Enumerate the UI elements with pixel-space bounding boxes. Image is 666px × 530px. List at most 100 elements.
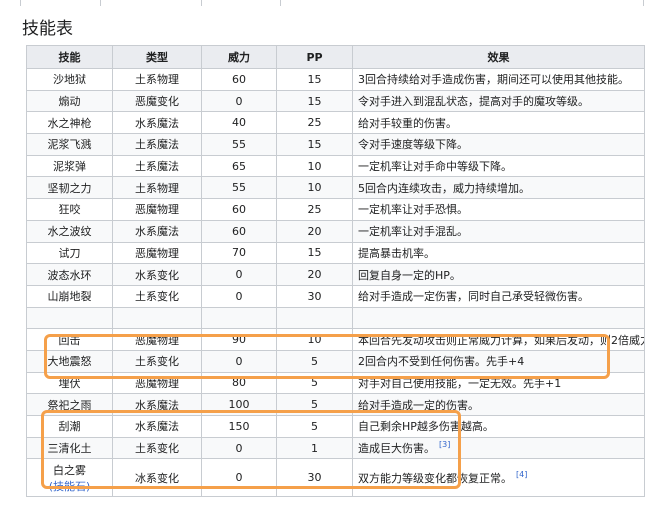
skill-pp: 30 — [276, 458, 353, 498]
skill-pp: 15 — [276, 241, 353, 265]
table-row: 波态水环 水系变化 0 20 回复自身一定的HP。 — [26, 263, 645, 286]
skill-name: 白之雾 (技能石) — [26, 458, 113, 498]
reference-link[interactable]: [4] — [516, 470, 527, 479]
skill-name: 水之波纹 — [26, 219, 113, 243]
table-row: 祭祀之雨 水系魔法 100 5 给对手造成一定的伤害。 — [26, 393, 645, 416]
skill-power: 0 — [201, 436, 277, 460]
table-row: 坚韧之力 土系物理 55 10 5回合内连续攻击，威力持续增加。 — [26, 176, 645, 200]
skill-power: 0 — [201, 458, 277, 498]
skill-name: 狂咬 — [26, 198, 113, 221]
skill-type: 水系魔法 — [112, 415, 202, 438]
skill-stone-link[interactable]: (技能石) — [31, 478, 108, 494]
table-row: 水之神枪 水系魔法 40 25 给对手较重的伤害。 — [26, 111, 645, 135]
skill-pp: 20 — [276, 219, 353, 243]
skill-type: 水系魔法 — [112, 219, 202, 243]
skill-type: 恶魔变化 — [112, 89, 202, 113]
skill-pp: 15 — [276, 133, 353, 156]
skill-effect: 回复自身一定的HP。 — [352, 263, 645, 286]
skill-effect: 3回合持续给对手造成伤害，期间还可以使用其他技能。 — [352, 68, 645, 91]
skill-pp: 10 — [276, 328, 353, 351]
skill-name: 水之神枪 — [26, 111, 113, 135]
skill-name — [26, 306, 113, 330]
col-header-type: 类型 — [112, 45, 202, 69]
table-row — [26, 306, 645, 330]
skill-power: 0 — [201, 89, 277, 113]
skill-type: 土系物理 — [112, 176, 202, 200]
skill-effect: 一定机率让对手混乱。 — [352, 219, 645, 243]
skill-type — [112, 306, 202, 330]
skill-power: 55 — [201, 176, 277, 200]
skill-effect: 一定机率让对手恐惧。 — [352, 198, 645, 221]
skill-name: 煽动 — [26, 89, 113, 113]
skill-power: 0 — [201, 349, 277, 373]
skill-effect: 5回合内连续攻击，威力持续增加。 — [352, 176, 645, 200]
table-row: 白之雾 (技能石) 冰系变化 0 30 双方能力等级变化都恢复正常。 [4] — [26, 458, 645, 498]
skill-power: 40 — [201, 111, 277, 135]
skill-effect: 本回合先发动攻击则正常威力计算，如果后发动，则2倍威力计算。 — [352, 328, 645, 351]
skill-pp: 10 — [276, 176, 353, 200]
skill-pp: 15 — [276, 68, 353, 91]
skill-power: 60 — [201, 68, 277, 91]
skill-type: 水系变化 — [112, 263, 202, 286]
skill-name: 大地震怒 — [26, 349, 113, 373]
skill-pp: 30 — [276, 284, 353, 308]
skill-power: 70 — [201, 241, 277, 265]
skill-name: 三清化土 — [26, 436, 113, 460]
skill-power: 80 — [201, 371, 277, 395]
skill-pp: 5 — [276, 415, 353, 438]
skill-name: 波态水环 — [26, 263, 113, 286]
skill-pp: 20 — [276, 263, 353, 286]
skill-effect: 提高暴击机率。 — [352, 241, 645, 265]
skill-power: 60 — [201, 198, 277, 221]
skill-type: 恶魔物理 — [112, 371, 202, 395]
skill-type: 土系魔法 — [112, 133, 202, 156]
skill-name: 回击 — [26, 328, 113, 351]
skill-pp: 5 — [276, 371, 353, 395]
skill-name: 刮潮 — [26, 415, 113, 438]
col-header-skill: 技能 — [26, 45, 113, 69]
table-row: 水之波纹 水系魔法 60 20 一定机率让对手混乱。 — [26, 219, 645, 243]
skill-effect: 自己剩余HP越多伤害越高。 — [352, 415, 645, 438]
skill-type: 土系变化 — [112, 284, 202, 308]
table-row: 泥浆弹 土系魔法 65 10 一定机率让对手命中等级下降。 — [26, 154, 645, 178]
skill-power: 100 — [201, 393, 277, 416]
col-header-pp: PP — [276, 45, 353, 69]
skill-table: 技能 类型 威力 PP 效果 沙地狱 土系物理 60 15 3回合持续给对手造成伤害，期… — [26, 45, 645, 498]
col-header-effect: 效果 — [352, 45, 645, 69]
skill-pp: 25 — [276, 198, 353, 221]
table-row: 泥浆飞溅 土系魔法 55 15 令对手速度等级下降。 — [26, 133, 645, 156]
skill-power: 150 — [201, 415, 277, 438]
skill-name: 沙地狱 — [26, 68, 113, 91]
skill-effect: 给对手造成一定的伤害。 — [352, 393, 645, 416]
skill-type: 恶魔物理 — [112, 328, 202, 351]
skill-power: 60 — [201, 219, 277, 243]
skill-name: 泥浆飞溅 — [26, 133, 113, 156]
table-row: 山崩地裂 土系变化 0 30 给对手造成一定伤害，同时自己承受轻微伤害。 — [26, 284, 645, 308]
skill-effect: 一定机率让对手命中等级下降。 — [352, 154, 645, 178]
table-row: 埋伏 恶魔物理 80 5 对手对自己使用技能，一定无效。先手+1 — [26, 371, 645, 395]
skill-effect — [352, 306, 645, 330]
skill-type: 土系变化 — [112, 349, 202, 373]
col-header-power: 威力 — [201, 45, 277, 69]
skill-power: 55 — [201, 133, 277, 156]
table-row: 大地震怒 土系变化 0 5 2回合内不受到任何伤害。先手+4 — [26, 349, 645, 373]
skill-type: 土系物理 — [112, 68, 202, 91]
skill-type: 冰系变化 — [112, 458, 202, 498]
skill-type: 土系魔法 — [112, 154, 202, 178]
skill-name: 坚韧之力 — [26, 176, 113, 200]
table-row: 狂咬 恶魔物理 60 25 一定机率让对手恐惧。 — [26, 198, 645, 221]
skill-pp: 1 — [276, 436, 353, 460]
skill-effect: 造成巨大伤害。 [3] — [352, 436, 645, 460]
skill-effect: 对手对自己使用技能，一定无效。先手+1 — [352, 371, 645, 395]
table-row: 试刀 恶魔物理 70 15 提高暴击机率。 — [26, 241, 645, 265]
skill-pp: 5 — [276, 349, 353, 373]
skill-name: 祭祀之雨 — [26, 393, 113, 416]
skill-pp: 25 — [276, 111, 353, 135]
skill-effect: 令对手进入到混乱状态，提高对手的魔攻等级。 — [352, 89, 645, 113]
reference-link[interactable]: [3] — [439, 440, 450, 449]
skill-pp: 10 — [276, 154, 353, 178]
skill-name: 试刀 — [26, 241, 113, 265]
skill-type: 水系魔法 — [112, 111, 202, 135]
skill-type: 水系魔法 — [112, 393, 202, 416]
skill-name: 埋伏 — [26, 371, 113, 395]
